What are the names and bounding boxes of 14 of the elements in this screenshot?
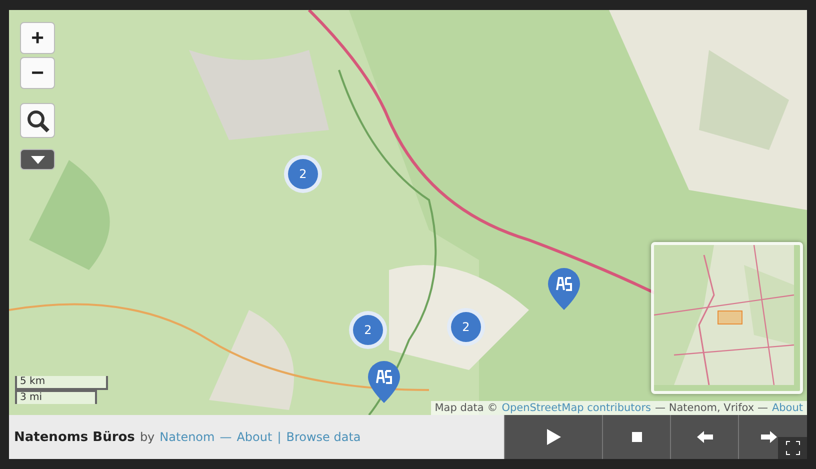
- stop-icon: [632, 432, 642, 442]
- play-icon: [546, 429, 560, 445]
- about-link[interactable]: About: [236, 430, 272, 444]
- fullscreen-button[interactable]: [778, 437, 807, 459]
- browse-data-link[interactable]: Browse data: [286, 430, 361, 444]
- map-title: Natenoms Büros: [14, 430, 135, 444]
- author-link[interactable]: Natenom: [160, 430, 215, 444]
- fullscreen-icon: [786, 441, 800, 455]
- left-arrow-icon: [696, 431, 712, 443]
- forward-button[interactable]: [738, 415, 778, 459]
- by-text: by: [140, 430, 155, 444]
- divider-text: |: [277, 430, 282, 444]
- right-arrow-icon: [760, 431, 776, 443]
- dash-text: —: [220, 430, 232, 444]
